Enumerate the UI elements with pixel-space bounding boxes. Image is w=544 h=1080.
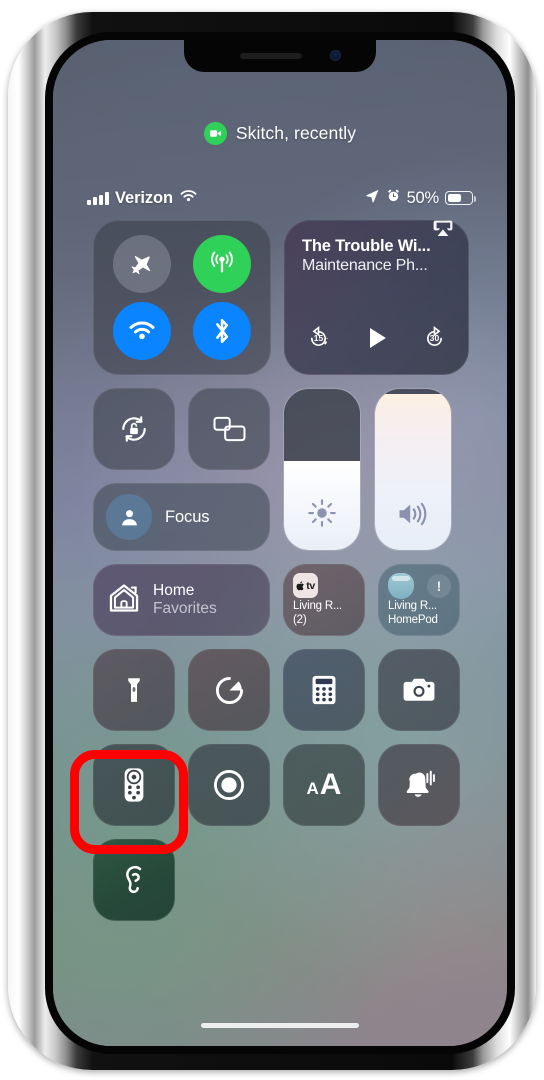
iphone-device-frame: Skitch, recently Verizon 50% The Trouble… xyxy=(8,12,536,1070)
person-focus-icon xyxy=(106,494,152,540)
cellular-antenna-icon xyxy=(211,251,233,273)
apple-tv-remote-button[interactable] xyxy=(93,744,175,826)
media-subtitle: Maintenance Ph... xyxy=(302,257,428,274)
homepod-mini-icon xyxy=(388,573,414,599)
accessory-tile-homepod[interactable]: ! Living R... HomePod xyxy=(378,564,460,636)
accessory-labels: Living R... (2) xyxy=(293,600,356,628)
carrier-label: Verizon xyxy=(115,188,173,207)
hearing-control-button[interactable] xyxy=(93,839,175,921)
home-title: Home xyxy=(153,581,195,599)
rotation-lock-button[interactable] xyxy=(93,388,175,470)
apple-tv-icon: tv xyxy=(293,573,318,598)
control-center-row-shortcuts-3 xyxy=(93,839,469,921)
camera-icon xyxy=(403,678,435,701)
home-subtitle: Favorites xyxy=(153,600,217,617)
earpiece-speaker xyxy=(240,53,302,59)
home-text-block: Home Favorites xyxy=(153,582,217,619)
brightness-slider[interactable] xyxy=(283,388,361,551)
flashlight-button[interactable] xyxy=(93,649,175,731)
battery-percent-label: 50% xyxy=(406,188,440,207)
calculator-button[interactable] xyxy=(283,649,365,731)
calculator-icon xyxy=(312,675,336,705)
text-size-icon: AA xyxy=(306,768,342,801)
screen-mirroring-button[interactable] xyxy=(188,388,270,470)
home-house-icon xyxy=(107,581,141,620)
toggles-and-focus-column: Focus xyxy=(93,388,270,551)
alert-exclamation-icon: ! xyxy=(427,574,451,598)
front-camera-icon xyxy=(330,50,341,61)
screen-record-icon xyxy=(213,769,245,801)
cellular-data-button[interactable] xyxy=(193,235,251,294)
sound-recognition-bell-icon xyxy=(406,770,435,797)
airplane-icon xyxy=(131,255,151,274)
skip-forward-30-button[interactable]: 30 xyxy=(422,325,447,356)
accessory-label-line2: (2) xyxy=(293,614,307,627)
accessory-top: ! xyxy=(388,573,451,599)
now-playing-text: The Trouble Wi... Maintenance Ph... xyxy=(302,237,451,275)
connectivity-module[interactable] xyxy=(93,220,271,375)
control-center-row-shortcuts-2: AA xyxy=(93,744,469,826)
skip-back-label: 15 xyxy=(313,332,324,343)
media-transport-controls: 15 30 xyxy=(302,324,451,361)
alarm-clock-icon xyxy=(386,188,401,208)
screen-mirroring-icon xyxy=(213,416,245,442)
media-title: The Trouble Wi... xyxy=(302,237,431,255)
skip-forward-label: 30 xyxy=(429,332,440,343)
accessory-tile-apple-tv[interactable]: tv Living R... (2) xyxy=(283,564,365,636)
wifi-icon xyxy=(129,321,155,339)
timer-icon xyxy=(215,676,243,704)
timer-button[interactable] xyxy=(188,649,270,731)
flashlight-icon xyxy=(128,678,140,702)
text-size-button[interactable]: AA xyxy=(283,744,365,826)
sound-recognition-button[interactable] xyxy=(378,744,460,826)
accessory-label-line1: Living R... xyxy=(293,600,342,613)
rotation-lock-icon xyxy=(122,416,146,442)
focus-label: Focus xyxy=(165,507,210,526)
status-bar-left: Verizon xyxy=(87,189,198,208)
screen-recording-icon xyxy=(203,122,227,145)
sun-icon xyxy=(284,498,360,528)
battery-fill xyxy=(447,193,461,203)
battery-nub xyxy=(473,196,476,202)
display-notch xyxy=(184,40,376,72)
control-center-row-2: Focus xyxy=(93,388,469,551)
speaker-waves-icon xyxy=(375,500,451,528)
wifi-button[interactable] xyxy=(113,301,171,360)
accessory-label-line1: Living R... xyxy=(388,600,437,613)
control-center-row-shortcuts-1 xyxy=(93,649,469,731)
home-indicator[interactable] xyxy=(201,1023,359,1028)
cellular-signal-icon xyxy=(87,191,109,205)
tv-remote-icon xyxy=(124,768,144,802)
status-bar-right: 50% xyxy=(365,188,476,208)
wifi-icon xyxy=(179,189,198,208)
volume-slider[interactable] xyxy=(374,388,452,551)
play-icon xyxy=(369,327,386,349)
now-playing-module[interactable]: The Trouble Wi... Maintenance Ph... 15 3… xyxy=(284,220,469,375)
battery-icon xyxy=(445,191,476,205)
ear-hearing-icon xyxy=(126,865,142,894)
skip-back-15-button[interactable]: 15 xyxy=(306,325,331,356)
bluetooth-icon xyxy=(216,318,229,343)
airplane-mode-button[interactable] xyxy=(113,235,171,294)
control-center-row-1: The Trouble Wi... Maintenance Ph... 15 3… xyxy=(93,220,469,375)
bluetooth-button[interactable] xyxy=(193,301,251,360)
play-button[interactable] xyxy=(363,324,391,357)
phone-screen: Skitch, recently Verizon 50% The Trouble… xyxy=(53,40,507,1046)
control-center: The Trouble Wi... Maintenance Ph... 15 3… xyxy=(93,220,469,934)
accessory-label-line2: HomePod xyxy=(388,614,438,627)
apple-tv-badge-label: tv xyxy=(306,579,315,592)
accessory-top: tv xyxy=(293,573,356,598)
toggle-pair xyxy=(93,388,270,470)
home-favorites-button[interactable]: Home Favorites xyxy=(93,564,270,636)
accessory-labels: Living R... HomePod xyxy=(388,600,451,628)
recent-app-banner[interactable]: Skitch, recently xyxy=(53,122,507,145)
focus-button[interactable]: Focus xyxy=(93,483,270,551)
status-bar: Verizon 50% xyxy=(53,185,507,211)
recent-app-label: Skitch, recently xyxy=(235,123,357,143)
camera-button[interactable] xyxy=(378,649,460,731)
airplay-audio-icon[interactable] xyxy=(431,218,455,243)
control-center-row-home: Home Favorites tv Living R... (2) ! Livi… xyxy=(93,564,469,636)
screen-recording-button[interactable] xyxy=(188,744,270,826)
location-arrow-icon xyxy=(365,188,380,208)
